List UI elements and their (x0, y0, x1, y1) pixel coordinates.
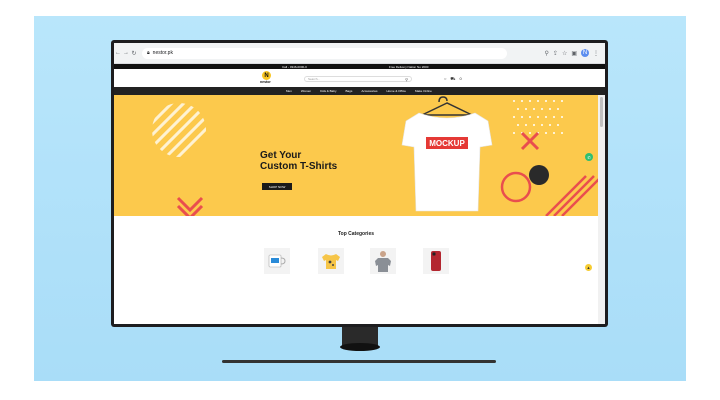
nav-item-kids[interactable]: Kids & Baby (320, 89, 336, 93)
user-icon[interactable]: ○ (444, 76, 446, 82)
black-dot-decoration (529, 165, 549, 185)
nav-item-men[interactable]: Men (286, 89, 292, 93)
shipping-text: Free Delivery Nation No 2000 (388, 64, 429, 69)
avatar[interactable]: N (581, 49, 589, 57)
back-icon[interactable]: ← (114, 50, 122, 56)
top-categories-section: Top Categories (114, 216, 598, 324)
section-title: Top Categories (337, 231, 375, 237)
header-icons: ○ ⛟ 0 (444, 76, 462, 82)
arrow-up-icon: ▲ (586, 265, 591, 270)
kids-tshirt-icon (322, 254, 340, 269)
url-text: nestor.pk (152, 50, 173, 56)
hero-banner: MOCKUP Get Your Custom T-Shirts SHOP NOW (114, 95, 598, 216)
nav-item-women[interactable]: Women (301, 89, 311, 93)
hero-art: MOCKUP (152, 96, 598, 216)
mug-icon (268, 254, 286, 268)
phone-case-icon (431, 251, 441, 271)
search-input[interactable]: Search... ⚲ (304, 76, 412, 82)
mockup-text: MOCKUP (429, 139, 465, 148)
toolbar-actions: ⚲ ⇪ ☆ ▣ N ⋮ (545, 49, 606, 57)
nav-item-accessories[interactable]: Accessories (361, 89, 377, 93)
striped-circle-decoration (152, 103, 206, 157)
chat-icon[interactable]: ✆ (585, 153, 593, 161)
browser-toolbar: ← → ↻ 🔒︎ nestor.pk ⚲ ⇪ ☆ ▣ N ⋮ (114, 43, 605, 64)
monitor: ← → ↻ 🔒︎ nestor.pk ⚲ ⇪ ☆ ▣ N ⋮ Call - 03… (111, 40, 608, 327)
category-men-tshirt[interactable] (370, 248, 396, 274)
nav-item-home[interactable]: Home & Office (387, 89, 406, 93)
search-placeholder: Search... (308, 77, 321, 81)
reload-icon[interactable]: ↻ (130, 50, 138, 57)
shop-now-button[interactable]: SHOP NOW (262, 183, 292, 190)
call-text: Call - 0346-0000-0 (282, 64, 307, 69)
nav-item-bags[interactable]: Bags (345, 89, 352, 93)
forward-icon[interactable]: → (122, 50, 130, 56)
category-phone-case[interactable] (423, 248, 449, 274)
scrollbar-thumb[interactable] (600, 97, 603, 127)
extensions-icon[interactable]: ▣ (571, 50, 577, 57)
scrollbar[interactable] (598, 95, 605, 324)
men-tshirt-icon (375, 251, 391, 272)
hero-title-line1: Get Your (260, 150, 302, 161)
hero-title: Get Your Custom T-Shirts (260, 150, 337, 172)
search-icon[interactable]: ⚲ (405, 77, 408, 82)
logo[interactable]: N (262, 71, 271, 80)
site-header: N nestor Search... ⚲ ○ ⛟ 0 (114, 69, 605, 87)
hanger-icon (438, 96, 448, 103)
menu-icon[interactable]: ⋮ (593, 50, 599, 57)
monitor-stand-base (222, 360, 496, 363)
zoom-icon[interactable]: ⚲ (545, 50, 549, 57)
dot-grid-decoration (513, 100, 563, 134)
cross-decoration (520, 131, 540, 151)
lock-icon: 🔒︎ (147, 50, 150, 56)
scroll-top-button[interactable]: ▲ (585, 264, 592, 271)
monitor-stand-neck (340, 327, 380, 351)
star-icon[interactable]: ☆ (562, 50, 567, 57)
main-nav: Men Women Kids & Baby Bags Accessories H… (114, 87, 605, 95)
screen: ← → ↻ 🔒︎ nestor.pk ⚲ ⇪ ☆ ▣ N ⋮ Call - 03… (114, 43, 605, 324)
stripes-decoration (545, 175, 598, 216)
logo-text: nestor (260, 80, 271, 84)
nav-item-make[interactable]: Make Online (415, 89, 432, 93)
category-kids-tshirt[interactable] (318, 248, 344, 274)
category-mug[interactable] (264, 248, 290, 274)
share-icon[interactable]: ⇪ (553, 50, 558, 57)
ring-decoration (500, 171, 532, 203)
cart-count: 0 (459, 76, 462, 81)
hero-title-line2: Custom T-Shirts (260, 161, 338, 172)
cart-icon[interactable]: ⛟ (450, 76, 455, 82)
address-bar[interactable]: 🔒︎ nestor.pk (142, 47, 507, 59)
tshirt-image (401, 112, 493, 212)
